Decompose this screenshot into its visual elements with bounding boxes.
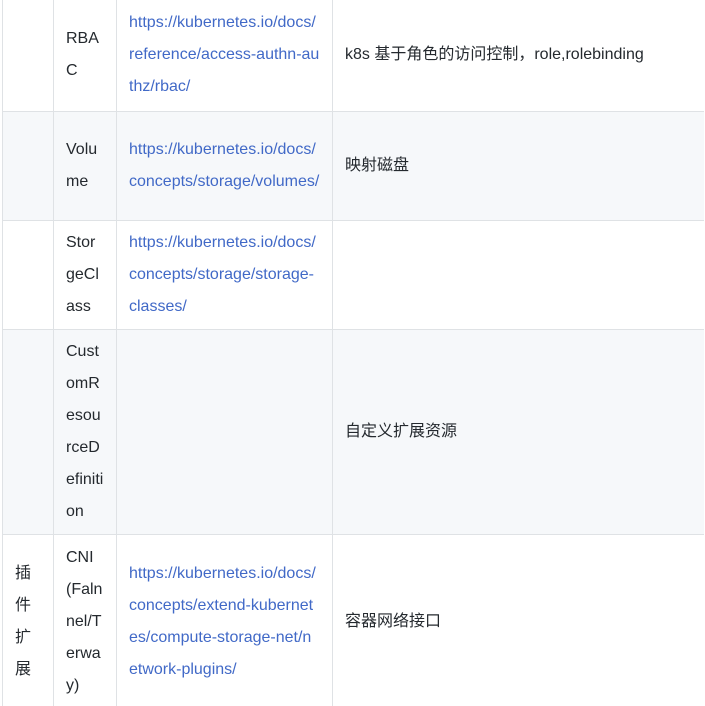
- link-cell: https://kubernetes.io/docs/concepts/stor…: [116, 219, 333, 330]
- category-cell: [2, 328, 54, 535]
- category-cell: [2, 219, 54, 330]
- resource-name-cell: StorgeClass: [53, 219, 117, 330]
- description-cell: 自定义扩展资源: [332, 328, 704, 535]
- doc-link[interactable]: https://kubernetes.io/docs/concepts/stor…: [129, 234, 316, 315]
- doc-link[interactable]: https://kubernetes.io/docs/concepts/exte…: [129, 565, 316, 678]
- description-cell: 容器网络接口: [332, 533, 704, 706]
- resource-name-cell: CNI(Falnnel/Terway): [53, 533, 117, 706]
- link-cell: https://kubernetes.io/docs/concepts/exte…: [116, 533, 333, 706]
- table-row: 插件扩展 CNI(Falnnel/Terway) https://kuberne…: [2, 533, 704, 706]
- description-cell: 映射磁盘: [332, 110, 704, 221]
- table-row: CustomResourceDefinition 自定义扩展资源: [2, 328, 704, 535]
- description-cell: [332, 219, 704, 330]
- resource-name-cell: RBAC: [53, 0, 117, 112]
- k8s-resource-table: RBAC https://kubernetes.io/docs/referenc…: [2, 0, 704, 706]
- resource-name-cell: CustomResourceDefinition: [53, 328, 117, 535]
- table-row: Volume https://kubernetes.io/docs/concep…: [2, 110, 704, 221]
- category-cell: 插件扩展: [2, 533, 54, 706]
- category-cell: [2, 0, 54, 112]
- table-row: RBAC https://kubernetes.io/docs/referenc…: [2, 0, 704, 112]
- link-cell: [116, 328, 333, 535]
- table-row: StorgeClass https://kubernetes.io/docs/c…: [2, 219, 704, 330]
- doc-link[interactable]: https://kubernetes.io/docs/concepts/stor…: [129, 141, 319, 190]
- category-cell: [2, 110, 54, 221]
- resource-name-cell: Volume: [53, 110, 117, 221]
- description-cell: k8s 基于角色的访问控制，role,rolebinding: [332, 0, 704, 112]
- link-cell: https://kubernetes.io/docs/reference/acc…: [116, 0, 333, 112]
- docs-table-container: RBAC https://kubernetes.io/docs/referenc…: [2, 0, 704, 706]
- link-cell: https://kubernetes.io/docs/concepts/stor…: [116, 110, 333, 221]
- doc-link[interactable]: https://kubernetes.io/docs/reference/acc…: [129, 14, 319, 95]
